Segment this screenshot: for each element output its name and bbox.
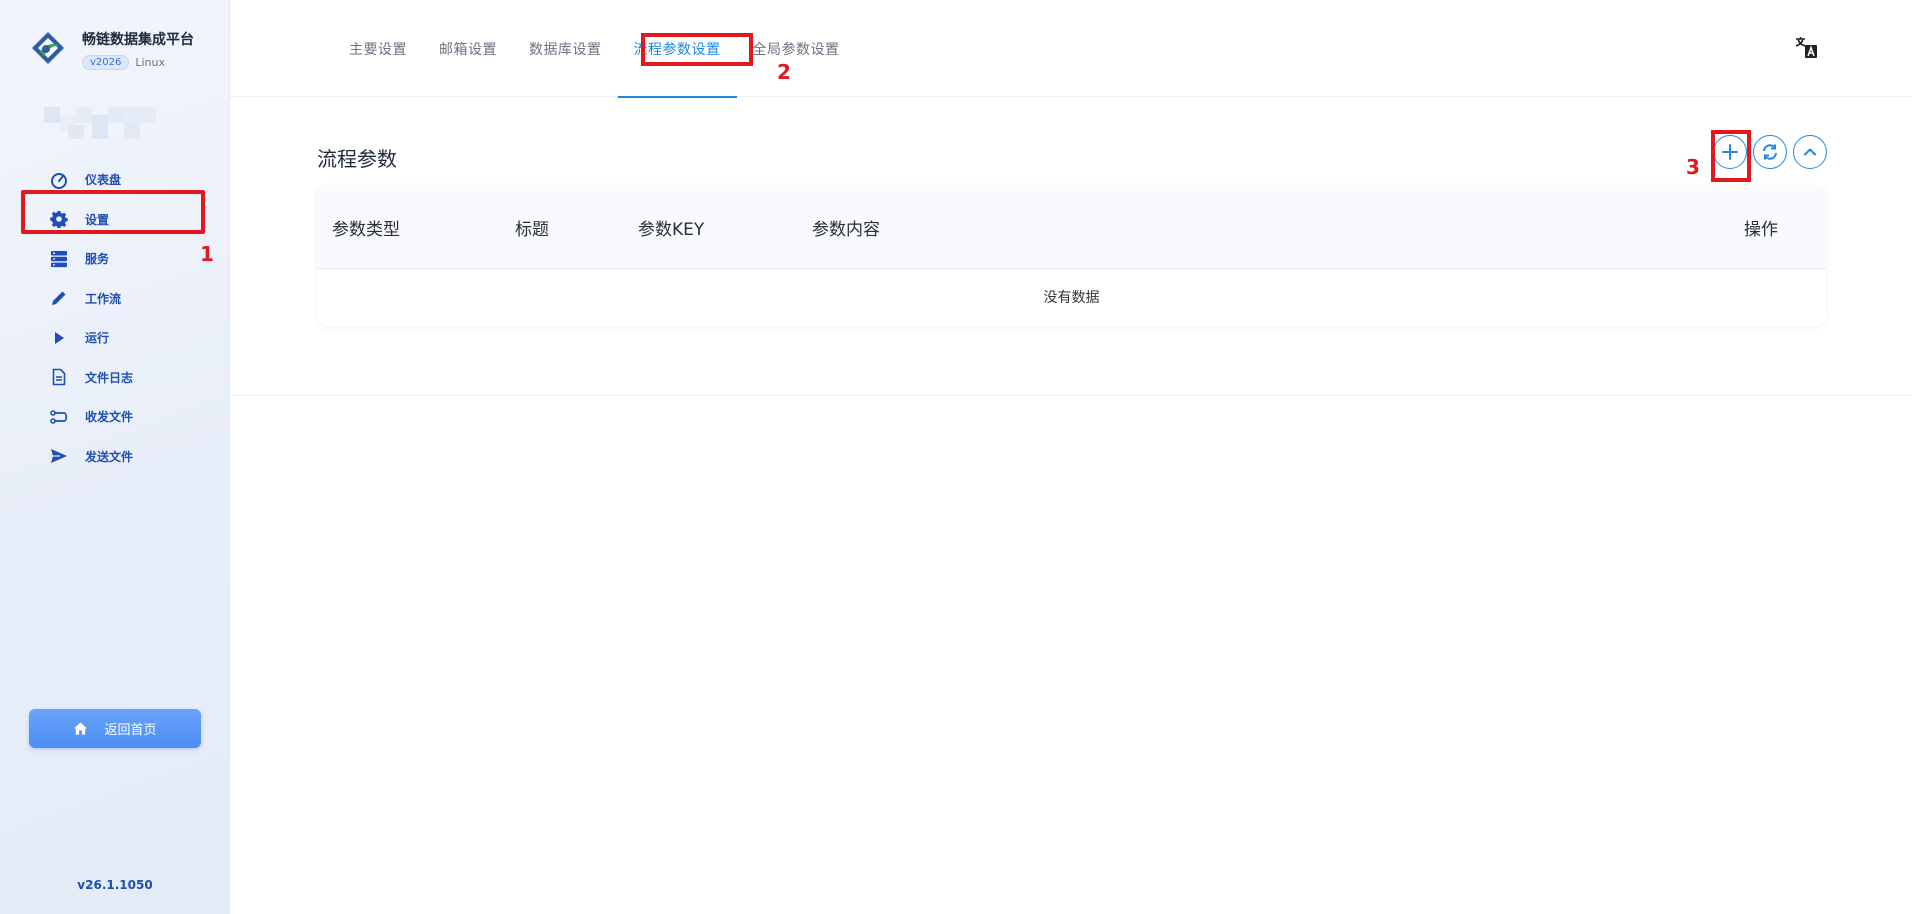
translate-icon[interactable] xyxy=(1794,35,1818,59)
sidebar-item-label: 仪表盘 xyxy=(85,173,122,188)
sidebar-item-send-file[interactable]: 发送文件 xyxy=(0,437,230,477)
sidebar-item-workflow[interactable]: 工作流 xyxy=(0,279,230,319)
send-icon xyxy=(51,449,67,464)
table-header: 参数类型 标题 参数KEY 参数内容 操作 xyxy=(317,186,1826,269)
app-logo-icon xyxy=(32,32,64,64)
tab-email-settings[interactable]: 邮箱设置 xyxy=(423,0,513,97)
sidebar-item-label: 发送文件 xyxy=(85,449,134,464)
transfer-icon xyxy=(50,410,68,424)
version-badge: v2026 xyxy=(82,55,130,70)
section-title: 流程参数 xyxy=(317,147,397,171)
tab-main-settings[interactable]: 主要设置 xyxy=(333,0,423,97)
process-parameters-table: 参数类型 标题 参数KEY 参数内容 操作 没有数据 xyxy=(317,186,1826,326)
column-header-parameter-content: 参数内容 xyxy=(812,220,880,240)
annotation-number-1: 1 xyxy=(200,242,214,266)
tab-database-settings[interactable]: 数据库设置 xyxy=(513,0,618,97)
sidebar: 畅链数据集成平台 v2026 Linux 仪表盘 设置 服务 工作流 运行 文件… xyxy=(0,0,230,914)
dashboard-gauge-icon xyxy=(51,172,67,189)
sidebar-item-label: 文件日志 xyxy=(85,370,134,385)
os-label: Linux xyxy=(135,56,166,69)
sidebar-item-label: 收发文件 xyxy=(85,410,134,425)
annotation-box-2 xyxy=(641,33,753,66)
document-icon xyxy=(52,368,66,386)
tab-global-parameter-settings[interactable]: 全局参数设置 xyxy=(737,0,856,97)
home-icon xyxy=(74,722,88,735)
empty-state-text: 没有数据 xyxy=(1043,290,1100,306)
home-button[interactable]: 返回首页 xyxy=(29,709,201,748)
sidebar-item-file-log[interactable]: 文件日志 xyxy=(0,358,230,398)
refresh-button[interactable] xyxy=(1753,135,1787,169)
sidebar-item-run[interactable]: 运行 xyxy=(0,318,230,358)
column-header-actions: 操作 xyxy=(1744,220,1778,240)
column-header-parameter-key: 参数KEY xyxy=(638,220,705,240)
server-icon xyxy=(51,250,67,267)
sidebar-item-label: 工作流 xyxy=(85,291,122,306)
column-header-title: 标题 xyxy=(515,220,549,240)
app-version: v26.1.1050 xyxy=(77,878,153,892)
avatar xyxy=(44,107,156,139)
sidebar-item-services[interactable]: 服务 xyxy=(0,239,230,279)
annotation-box-1 xyxy=(21,190,205,234)
annotation-box-3 xyxy=(1711,130,1751,182)
annotation-number-3: 3 xyxy=(1686,155,1700,179)
app-title: 畅链数据集成平台 xyxy=(82,32,194,48)
sidebar-item-label: 运行 xyxy=(85,331,110,346)
sidebar-item-file-transfer[interactable]: 收发文件 xyxy=(0,397,230,437)
play-icon xyxy=(55,331,64,344)
sidebar-item-label: 服务 xyxy=(85,252,110,267)
annotation-number-2: 2 xyxy=(777,60,791,84)
brand: 畅链数据集成平台 v2026 Linux xyxy=(26,26,194,70)
home-button-label: 返回首页 xyxy=(104,723,157,738)
column-header-parameter-type: 参数类型 xyxy=(332,220,400,240)
collapse-button[interactable] xyxy=(1793,135,1827,169)
chevron-up-icon xyxy=(1804,148,1816,156)
pencil-icon xyxy=(52,291,66,306)
refresh-icon xyxy=(1763,144,1777,160)
header: 主要设置 邮箱设置 数据库设置 流程参数设置 全局参数设置 xyxy=(230,0,1912,98)
